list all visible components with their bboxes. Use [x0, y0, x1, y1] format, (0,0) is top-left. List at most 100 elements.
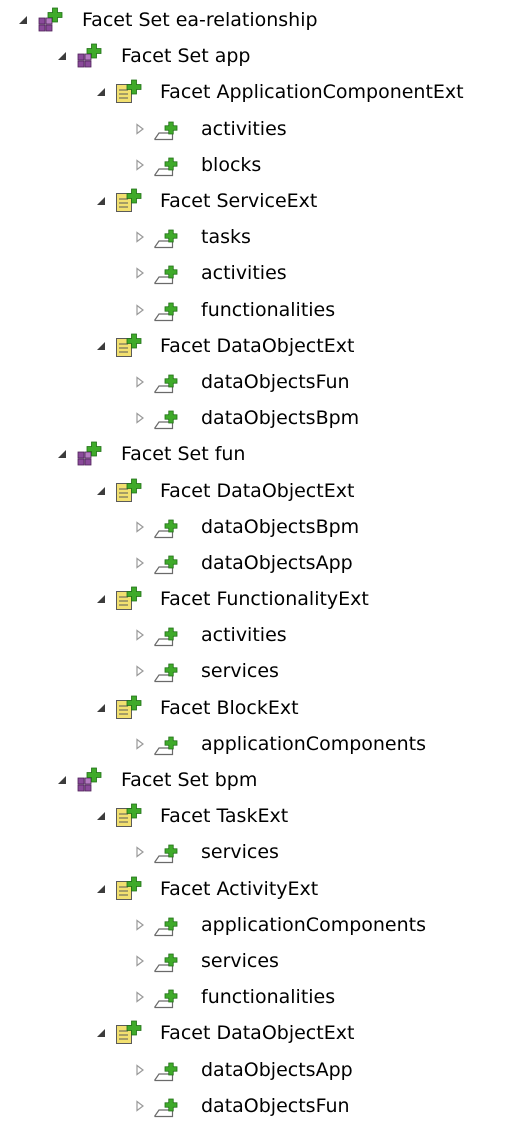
expanded-arrow-icon[interactable] — [94, 194, 108, 208]
facet-icon — [114, 1019, 144, 1047]
tree-row-reference[interactable]: applicationComponents — [0, 726, 512, 762]
tree-row-reference[interactable]: services — [0, 943, 512, 979]
tree-row-facet[interactable]: Facet ServiceExt — [0, 183, 512, 219]
collapsed-arrow-icon[interactable] — [133, 845, 147, 859]
reference-icon — [152, 911, 182, 939]
expanded-arrow-icon[interactable] — [55, 773, 69, 787]
tree-node-label: Facet ServiceExt — [160, 190, 318, 213]
facet-tree: Facet Set ea-relationship Facet Set app Fa… — [0, 2, 512, 1124]
expanded-arrow-icon[interactable] — [16, 13, 30, 27]
tree-node-label: Facet DataObjectExt — [160, 1022, 355, 1045]
reference-icon — [152, 151, 182, 179]
collapsed-arrow-icon[interactable] — [133, 1099, 147, 1113]
reference-icon — [152, 657, 182, 685]
tree-row-reference[interactable]: activities — [0, 617, 512, 653]
collapsed-arrow-icon[interactable] — [133, 1063, 147, 1077]
tree-row-facet-set[interactable]: Facet Set fun — [0, 436, 512, 472]
tree-row-facet[interactable]: Facet DataObjectExt — [0, 472, 512, 508]
tree-row-reference[interactable]: blocks — [0, 147, 512, 183]
reference-icon — [152, 223, 182, 251]
tree-node-label: Facet TaskExt — [160, 805, 289, 828]
collapsed-arrow-icon[interactable] — [133, 122, 147, 136]
facet-icon — [114, 187, 144, 215]
collapsed-arrow-icon[interactable] — [133, 918, 147, 932]
reference-icon — [152, 983, 182, 1011]
tree-row-facet[interactable]: Facet TaskExt — [0, 798, 512, 834]
tree-node-label: services — [201, 949, 279, 972]
expanded-arrow-icon[interactable] — [94, 1026, 108, 1040]
facet-icon — [114, 332, 144, 360]
expanded-arrow-icon[interactable] — [94, 809, 108, 823]
tree-row-facet[interactable]: Facet DataObjectExt — [0, 1015, 512, 1051]
tree-node-label: tasks — [201, 226, 251, 249]
expanded-arrow-icon[interactable] — [94, 339, 108, 353]
tree-row-reference[interactable]: functionalities — [0, 979, 512, 1015]
expanded-arrow-icon[interactable] — [94, 882, 108, 896]
tree-node-label: dataObjectsBpm — [201, 407, 360, 430]
tree-row-facet-set[interactable]: Facet Set bpm — [0, 762, 512, 798]
expanded-arrow-icon[interactable] — [94, 484, 108, 498]
tree-row-reference[interactable]: dataObjectsBpm — [0, 509, 512, 545]
facet-set-icon — [75, 42, 105, 70]
collapsed-arrow-icon[interactable] — [133, 556, 147, 570]
tree-node-label: dataObjectsFun — [201, 370, 350, 393]
tree-node-label: blocks — [201, 153, 262, 176]
collapsed-arrow-icon[interactable] — [133, 737, 147, 751]
tree-row-reference[interactable]: services — [0, 834, 512, 870]
expanded-arrow-icon[interactable] — [94, 85, 108, 99]
tree-row-facet-set[interactable]: Facet Set ea-relationship — [0, 2, 512, 38]
tree-row-reference[interactable]: applicationComponents — [0, 907, 512, 943]
collapsed-arrow-icon[interactable] — [133, 266, 147, 280]
expanded-arrow-icon[interactable] — [55, 49, 69, 63]
tree-row-reference[interactable]: dataObjectsBpm — [0, 400, 512, 436]
tree-row-facet[interactable]: Facet FunctionalityExt — [0, 581, 512, 617]
tree-row-facet[interactable]: Facet BlockExt — [0, 690, 512, 726]
collapsed-arrow-icon[interactable] — [133, 990, 147, 1004]
collapsed-arrow-icon[interactable] — [133, 954, 147, 968]
reference-icon — [152, 404, 182, 432]
tree-row-reference[interactable]: dataObjectsFun — [0, 364, 512, 400]
tree-node-label: activities — [201, 117, 287, 140]
tree-row-reference[interactable]: functionalities — [0, 292, 512, 328]
tree-row-facet[interactable]: Facet ActivityExt — [0, 871, 512, 907]
reference-icon — [152, 621, 182, 649]
expanded-arrow-icon[interactable] — [94, 701, 108, 715]
facet-icon — [114, 477, 144, 505]
collapsed-arrow-icon[interactable] — [133, 520, 147, 534]
expanded-arrow-icon[interactable] — [55, 447, 69, 461]
reference-icon — [152, 296, 182, 324]
facet-icon — [114, 585, 144, 613]
tree-node-label: dataObjectsFun — [201, 1094, 350, 1117]
tree-row-reference[interactable]: tasks — [0, 219, 512, 255]
tree-row-reference[interactable]: activities — [0, 255, 512, 291]
collapsed-arrow-icon[interactable] — [133, 628, 147, 642]
tree-node-label: Facet Set ea-relationship — [82, 9, 318, 32]
tree-node-label: Facet ApplicationComponentExt — [160, 81, 464, 104]
facet-icon — [114, 78, 144, 106]
collapsed-arrow-icon[interactable] — [133, 158, 147, 172]
collapsed-arrow-icon[interactable] — [133, 411, 147, 425]
tree-node-label: Facet Set fun — [121, 443, 246, 466]
reference-icon — [152, 947, 182, 975]
tree-row-reference[interactable]: dataObjectsApp — [0, 1051, 512, 1087]
collapsed-arrow-icon[interactable] — [133, 303, 147, 317]
reference-icon — [152, 1092, 182, 1120]
tree-node-label: Facet DataObjectExt — [160, 334, 355, 357]
tree-node-label: dataObjectsBpm — [201, 515, 360, 538]
tree-row-facet-set[interactable]: Facet Set app — [0, 38, 512, 74]
reference-icon — [152, 115, 182, 143]
collapsed-arrow-icon[interactable] — [133, 230, 147, 244]
tree-node-label: dataObjectsApp — [201, 551, 353, 574]
tree-row-facet[interactable]: Facet DataObjectExt — [0, 328, 512, 364]
tree-node-label: functionalities — [201, 986, 336, 1009]
tree-row-reference[interactable]: dataObjectsFun — [0, 1088, 512, 1124]
tree-node-label: dataObjectsApp — [201, 1058, 353, 1081]
collapsed-arrow-icon[interactable] — [133, 664, 147, 678]
tree-row-reference[interactable]: dataObjectsApp — [0, 545, 512, 581]
tree-row-facet[interactable]: Facet ApplicationComponentExt — [0, 74, 512, 110]
expanded-arrow-icon[interactable] — [94, 592, 108, 606]
tree-row-reference[interactable]: services — [0, 653, 512, 689]
facet-icon — [114, 802, 144, 830]
tree-row-reference[interactable]: activities — [0, 111, 512, 147]
collapsed-arrow-icon[interactable] — [133, 375, 147, 389]
